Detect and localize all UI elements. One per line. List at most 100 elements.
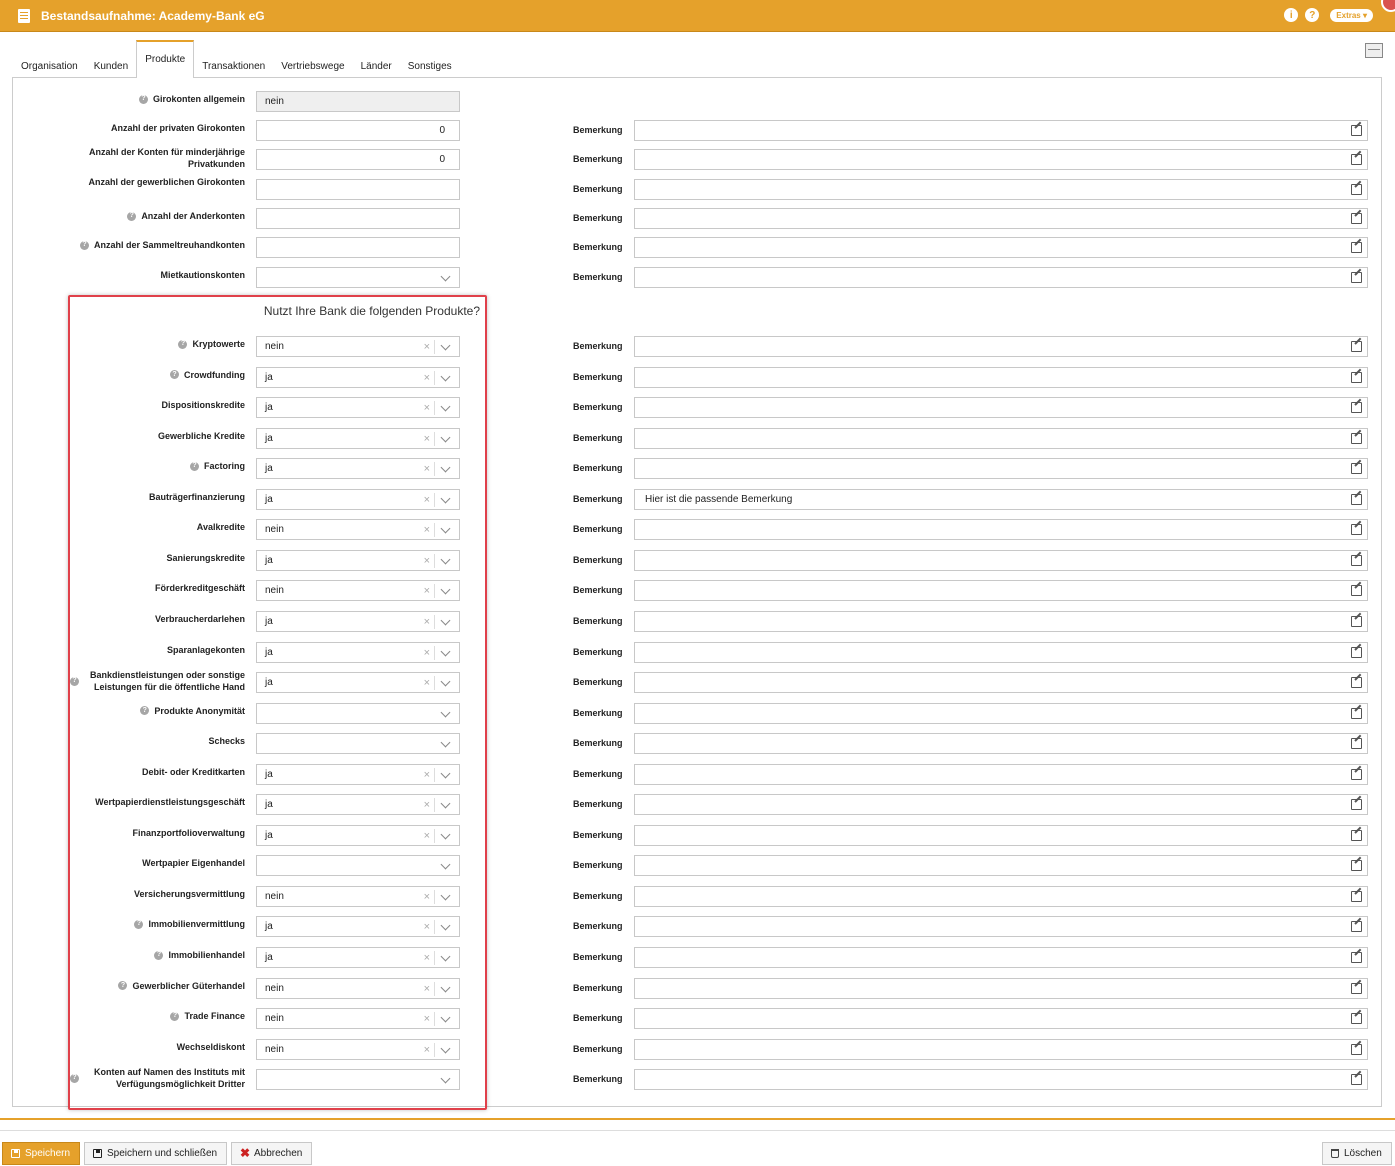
remark-input[interactable]	[634, 916, 1368, 938]
number-input[interactable]: 0	[256, 120, 460, 141]
remark-input[interactable]	[634, 208, 1368, 229]
help-icon[interactable]: ?	[70, 676, 79, 686]
edit-icon[interactable]	[1351, 952, 1362, 963]
help-icon[interactable]: ?	[1305, 8, 1320, 22]
remark-input[interactable]	[634, 237, 1368, 258]
edit-icon[interactable]	[1351, 154, 1362, 165]
edit-icon[interactable]	[1351, 768, 1362, 780]
remark-input[interactable]	[634, 885, 1368, 907]
close-window-icon[interactable]	[1381, 0, 1395, 12]
product-select[interactable]: ja ×	[256, 763, 460, 785]
remark-input[interactable]	[634, 1038, 1368, 1060]
help-icon[interactable]: ?	[170, 370, 180, 380]
edit-icon[interactable]	[1351, 1043, 1362, 1055]
edit-icon[interactable]	[1351, 402, 1362, 414]
remark-input[interactable]	[634, 1069, 1368, 1091]
product-select[interactable]: ja ×	[256, 427, 460, 449]
clear-icon[interactable]: ×	[424, 921, 430, 933]
product-select[interactable]: ja ×	[256, 397, 460, 419]
help-icon[interactable]: ?	[79, 240, 89, 250]
edit-icon[interactable]	[1351, 829, 1362, 841]
remark-input[interactable]	[634, 366, 1368, 388]
product-select[interactable]: nein ×	[256, 580, 460, 602]
remark-input[interactable]	[634, 672, 1368, 694]
remark-input[interactable]	[634, 794, 1368, 816]
edit-icon[interactable]	[1351, 125, 1362, 136]
clear-icon[interactable]: ×	[424, 830, 430, 842]
info-icon[interactable]: i	[1284, 8, 1299, 22]
clear-icon[interactable]: ×	[424, 555, 430, 567]
product-select[interactable]: ja ×	[256, 458, 460, 480]
save-button[interactable]: Speichern	[2, 1142, 81, 1165]
remark-input[interactable]	[634, 702, 1368, 724]
chevron-down-icon[interactable]	[440, 859, 451, 870]
edit-icon[interactable]	[1351, 646, 1362, 658]
tab-produkte[interactable]: Produkte	[136, 40, 195, 78]
help-icon[interactable]: ?	[189, 461, 199, 471]
remark-input[interactable]	[634, 458, 1368, 480]
chevron-down-icon[interactable]	[440, 1073, 451, 1084]
help-icon[interactable]: ?	[134, 919, 144, 929]
layout-toggle-icon[interactable]	[1365, 43, 1383, 58]
remark-input[interactable]	[634, 179, 1368, 200]
clear-icon[interactable]: ×	[424, 952, 430, 964]
remark-input[interactable]	[634, 336, 1368, 357]
edit-icon[interactable]	[1351, 677, 1362, 689]
edit-icon[interactable]	[1351, 738, 1362, 750]
product-select[interactable]: ja ×	[256, 549, 460, 571]
clear-icon[interactable]: ×	[424, 524, 430, 536]
remark-input[interactable]	[634, 397, 1368, 419]
clear-icon[interactable]: ×	[424, 647, 430, 659]
number-input[interactable]	[256, 208, 460, 229]
tab-organisation[interactable]: Organisation	[13, 48, 86, 78]
edit-icon[interactable]	[1351, 921, 1362, 933]
edit-icon[interactable]	[1351, 554, 1362, 566]
edit-icon[interactable]	[1351, 184, 1362, 195]
help-icon[interactable]: ?	[127, 211, 137, 221]
remark-input[interactable]	[634, 947, 1368, 968]
clear-icon[interactable]: ×	[424, 616, 430, 628]
clear-icon[interactable]: ×	[424, 891, 430, 903]
remark-input[interactable]	[634, 977, 1368, 999]
remark-input[interactable]	[634, 580, 1368, 602]
help-icon[interactable]: ?	[138, 94, 148, 104]
remark-input[interactable]	[634, 149, 1368, 170]
remark-input[interactable]	[634, 267, 1368, 288]
edit-icon[interactable]	[1351, 1013, 1362, 1025]
edit-icon[interactable]	[1351, 341, 1362, 352]
edit-icon[interactable]	[1351, 371, 1362, 383]
product-select[interactable]: ja ×	[256, 794, 460, 816]
number-input[interactable]	[256, 179, 460, 200]
product-select[interactable]: nein ×	[256, 336, 460, 357]
delete-button[interactable]: Löschen	[1322, 1142, 1392, 1165]
edit-icon[interactable]	[1351, 615, 1362, 627]
clear-icon[interactable]: ×	[424, 799, 430, 811]
clear-icon[interactable]: ×	[424, 1013, 430, 1025]
clear-icon[interactable]: ×	[424, 402, 430, 414]
product-select[interactable]: nein ×	[256, 519, 460, 541]
product-select[interactable]: nein ×	[256, 1008, 460, 1030]
tab-kunden[interactable]: Kunden	[86, 48, 136, 78]
edit-icon[interactable]	[1351, 799, 1362, 811]
help-icon[interactable]: ?	[154, 950, 164, 960]
product-select[interactable]: ja ×	[256, 947, 460, 968]
edit-icon[interactable]	[1351, 493, 1362, 505]
edit-icon[interactable]	[1351, 585, 1362, 597]
remark-input[interactable]: Hier ist die passende Bemerkung	[634, 488, 1368, 510]
save-close-button[interactable]: Speichern und schließen	[84, 1142, 228, 1165]
product-select[interactable]: nein ×	[256, 977, 460, 999]
edit-icon[interactable]	[1351, 707, 1362, 719]
remark-input[interactable]	[634, 610, 1368, 632]
clear-icon[interactable]: ×	[424, 585, 430, 597]
tab-transaktionen[interactable]: Transaktionen	[194, 48, 273, 78]
remark-input[interactable]	[634, 641, 1368, 663]
clear-icon[interactable]: ×	[424, 341, 430, 353]
edit-icon[interactable]	[1351, 890, 1362, 902]
product-select[interactable]: ja ×	[256, 610, 460, 632]
product-select[interactable]: ja ×	[256, 672, 460, 694]
product-select[interactable]: nein ×	[256, 885, 460, 907]
tab-sonstiges[interactable]: Sonstiges	[400, 48, 460, 78]
remark-input[interactable]	[634, 519, 1368, 541]
remark-input[interactable]	[634, 549, 1368, 571]
product-select[interactable]: ja ×	[256, 916, 460, 938]
